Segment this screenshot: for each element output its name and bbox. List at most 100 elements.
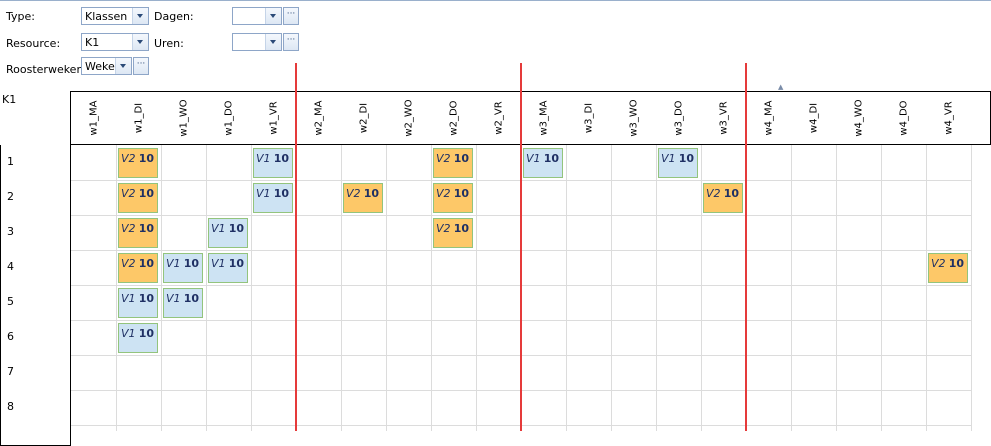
grid-col-line	[791, 145, 792, 431]
cell-code: V1	[256, 152, 271, 165]
column-header-label: w3_MA	[538, 100, 549, 136]
column-header[interactable]: w1_VR	[251, 91, 296, 145]
chevron-down-icon[interactable]	[115, 58, 131, 74]
column-header[interactable]: w3_VR	[701, 91, 746, 145]
column-header[interactable]: w3_DO	[656, 91, 701, 145]
chevron-down-icon[interactable]	[265, 34, 281, 50]
grid-col-line	[926, 145, 927, 431]
uren-select[interactable]	[232, 33, 282, 51]
column-header[interactable]: w3_MA	[521, 91, 566, 145]
grid-col-line	[701, 145, 702, 431]
grid-col-line	[431, 145, 432, 431]
schedule-cell[interactable]: V2 10	[433, 183, 473, 213]
cell-number: 10	[543, 152, 559, 165]
week-separator	[520, 63, 522, 431]
resource-select[interactable]: K1	[81, 33, 149, 51]
schedule-cell[interactable]: V1 10	[118, 323, 158, 353]
schedule-cell[interactable]: V1 10	[253, 183, 293, 213]
grid-col-line	[476, 145, 477, 431]
cell-number: 10	[453, 222, 469, 235]
schedule-cell[interactable]: V2 10	[118, 148, 158, 178]
column-header[interactable]: w4_WO	[836, 91, 881, 145]
schedule-cell[interactable]: V2 10	[928, 253, 968, 283]
cell-number: 10	[228, 222, 244, 235]
schedule-cell[interactable]: V2 10	[118, 253, 158, 283]
column-header[interactable]: w2_DI	[341, 91, 386, 145]
roosterweken-select[interactable]: Weker	[81, 57, 132, 75]
schedule-cell[interactable]: V1 10	[118, 288, 158, 318]
roosterweken-more-button[interactable]: ···	[133, 57, 149, 75]
schedule-cell[interactable]: V2 10	[433, 148, 473, 178]
column-header[interactable]: w4_DO	[881, 91, 926, 145]
schedule-cell[interactable]: V2 10	[343, 183, 383, 213]
grid-col-line	[566, 145, 567, 431]
cell-code: V2	[436, 152, 451, 165]
week-separator	[295, 63, 297, 431]
grid-col-line	[251, 145, 252, 431]
row-header-label: 4	[7, 260, 14, 273]
cell-number: 10	[273, 187, 289, 200]
column-header[interactable]: w2_MA	[296, 91, 341, 145]
column-header-label: w3_VR	[718, 101, 729, 135]
schedule-cell[interactable]: V1 10	[208, 253, 248, 283]
column-header-label: w1_MA	[88, 100, 99, 136]
cell-number: 10	[138, 327, 154, 340]
column-header[interactable]: w2_WO	[386, 91, 431, 145]
column-header-label: w2_DI	[358, 102, 369, 134]
column-header[interactable]: w4_VR	[926, 91, 971, 145]
column-header-label: w4_MA	[763, 100, 774, 136]
column-header-label: w2_DO	[448, 100, 459, 136]
schedule-cell[interactable]: V2 10	[118, 218, 158, 248]
dagen-select[interactable]	[232, 7, 282, 25]
column-header-label: w2_MA	[313, 100, 324, 136]
cell-code: V2	[706, 187, 721, 200]
cell-number: 10	[723, 187, 739, 200]
column-header-label: w4_DI	[808, 102, 819, 134]
column-header[interactable]: w1_WO	[161, 91, 206, 145]
sort-caret-icon: ▲	[778, 83, 784, 91]
column-header[interactable]: w4_DI	[791, 91, 836, 145]
resource-label: Resource:	[6, 37, 61, 50]
column-header-label: w1_DI	[133, 102, 144, 134]
column-header-label: w3_WO	[628, 99, 639, 137]
column-header[interactable]: w1_DI	[116, 91, 161, 145]
column-header[interactable]: w2_VR	[476, 91, 521, 145]
column-header[interactable]: w1_MA	[71, 91, 116, 145]
chevron-down-icon[interactable]	[265, 8, 281, 24]
row-header-label: 3	[7, 225, 14, 238]
column-header[interactable]: w3_DI	[566, 91, 611, 145]
grid-corner-label: K1	[2, 93, 17, 106]
type-select[interactable]: Klassen	[81, 7, 149, 25]
cell-number: 10	[273, 152, 289, 165]
column-header-label: w2_WO	[403, 99, 414, 137]
schedule-cell[interactable]: V2 10	[433, 218, 473, 248]
schedule-cell[interactable]: V1 10	[253, 148, 293, 178]
resource-select-value: K1	[85, 36, 100, 49]
schedule-cell[interactable]: V1 10	[163, 253, 203, 283]
schedule-cell[interactable]: V1 10	[163, 288, 203, 318]
schedule-cell[interactable]: V2 10	[118, 183, 158, 213]
cell-number: 10	[138, 152, 154, 165]
column-header[interactable]: w4_MA	[746, 91, 791, 145]
column-header-label: w4_WO	[853, 99, 864, 137]
schedule-cell[interactable]: V1 10	[658, 148, 698, 178]
uren-label: Uren:	[154, 37, 184, 50]
cell-number: 10	[138, 222, 154, 235]
grid-col-line	[881, 145, 882, 431]
cell-number: 10	[453, 152, 469, 165]
column-header[interactable]: w3_WO	[611, 91, 656, 145]
cell-number: 10	[948, 257, 964, 270]
chevron-down-icon[interactable]	[132, 34, 148, 50]
chevron-down-icon[interactable]	[132, 8, 148, 24]
schedule-cell[interactable]: V1 10	[208, 218, 248, 248]
uren-more-button[interactable]: ···	[283, 33, 299, 51]
cell-code: V2	[121, 222, 136, 235]
type-select-value: Klassen	[85, 10, 128, 23]
dagen-more-button[interactable]: ···	[283, 7, 299, 25]
column-header[interactable]: w2_DO	[431, 91, 476, 145]
schedule-cell[interactable]: V2 10	[703, 183, 743, 213]
schedule-cell[interactable]: V1 10	[523, 148, 563, 178]
cell-code: V2	[121, 152, 136, 165]
column-header[interactable]: w1_DO	[206, 91, 251, 145]
cell-number: 10	[228, 257, 244, 270]
